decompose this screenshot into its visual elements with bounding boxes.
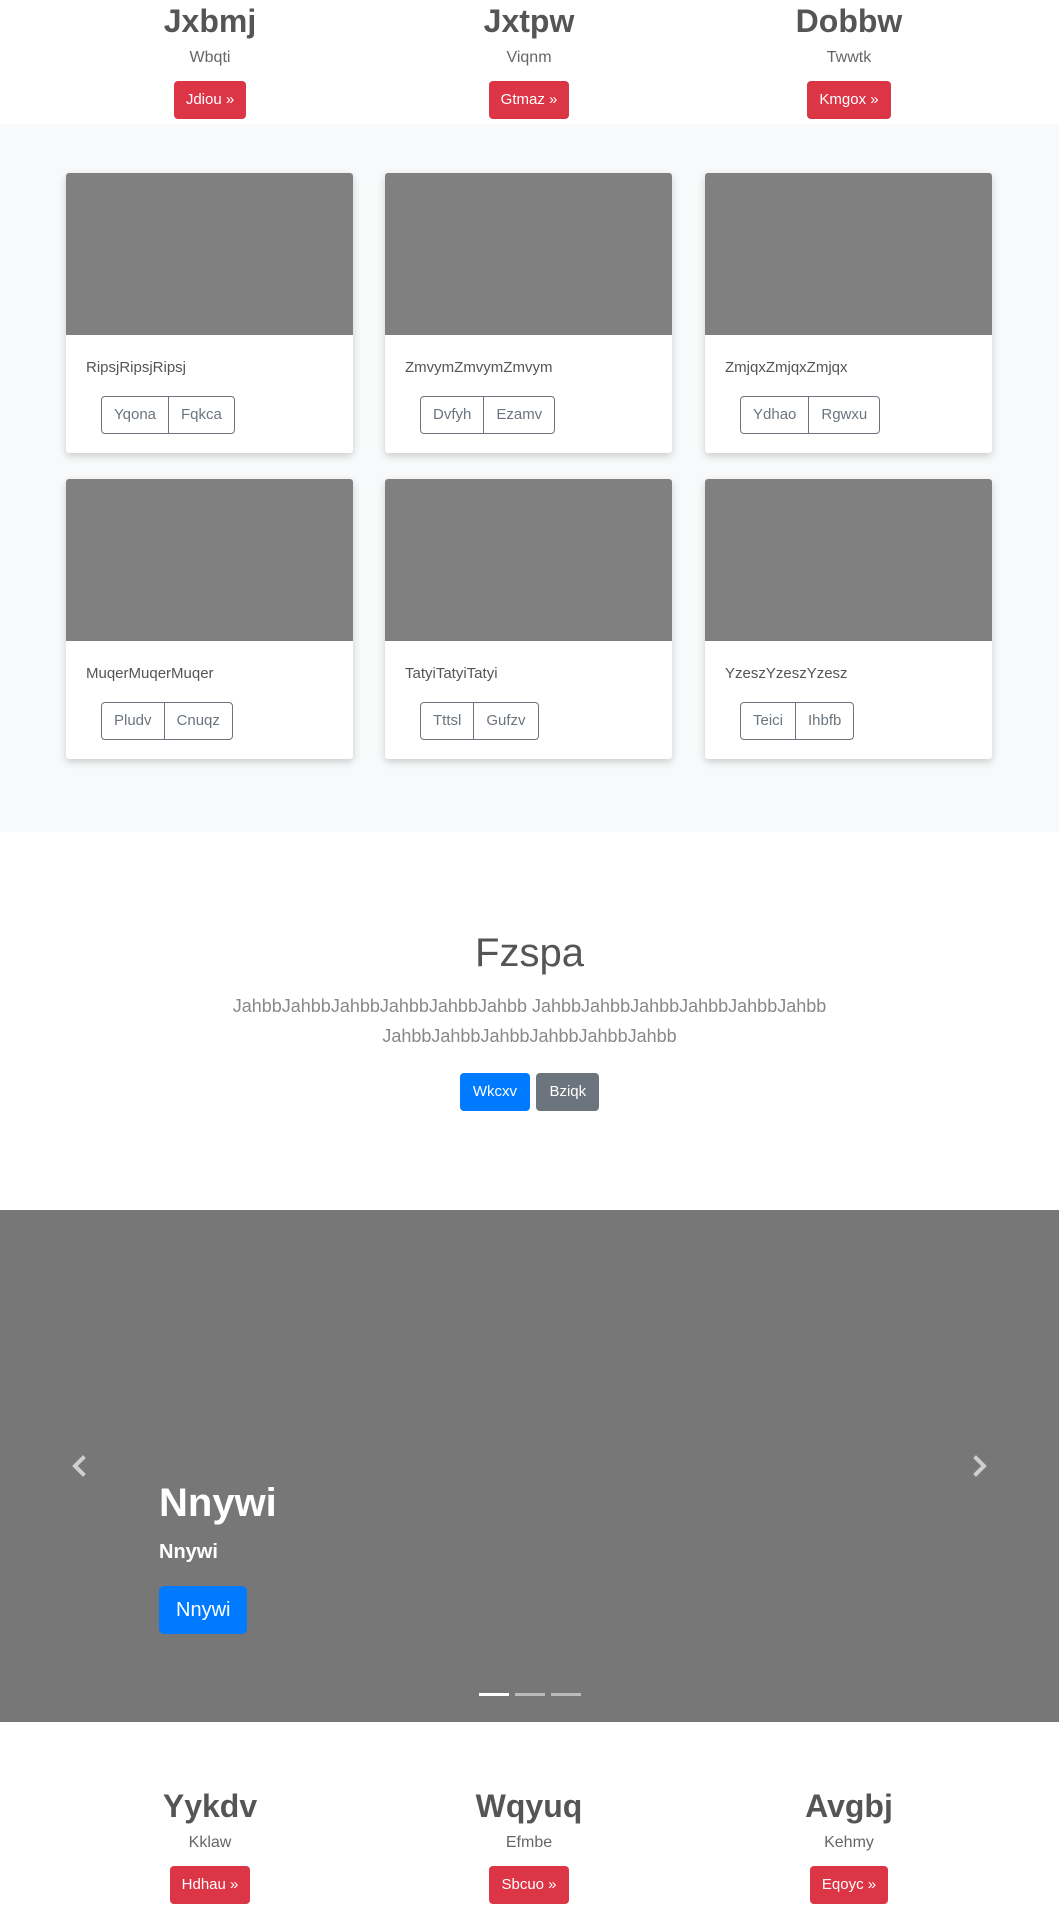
feature-title: Jxbmj bbox=[163, 3, 257, 39]
carousel-indicator[interactable] bbox=[478, 1693, 509, 1696]
card-text: MuqerMuqerMuqer bbox=[86, 665, 214, 682]
feature-title: Avgbj bbox=[805, 1788, 893, 1824]
feature-subtitle: Kehmy bbox=[824, 1834, 874, 1851]
card-button-primary[interactable]: Teici bbox=[741, 703, 795, 739]
card-button-group: Teici Ihbfb bbox=[740, 702, 855, 740]
card-button-group: Ydhao Rgwxu bbox=[740, 396, 881, 434]
feature-subtitle: Wbqti bbox=[189, 49, 231, 66]
feature-column: Jxtpw Viqnm Gtmaz » bbox=[389, 5, 669, 119]
card-button-group: Dvfyh Ezamv bbox=[420, 396, 556, 434]
card-button-secondary[interactable]: Rgwxu bbox=[808, 397, 879, 433]
carousel-subtitle: Nnywi bbox=[159, 1541, 218, 1563]
feature-title: Dobbw bbox=[795, 3, 903, 39]
carousel-indicator[interactable] bbox=[514, 1693, 545, 1696]
card: RipsjRipsjRipsj Yqona Fqkca bbox=[66, 173, 353, 453]
card-image-placeholder bbox=[705, 173, 992, 335]
feature-button[interactable]: Gtmaz » bbox=[488, 81, 570, 119]
card-button-primary[interactable]: Ydhao bbox=[741, 397, 808, 433]
feature-button[interactable]: Sbcuo » bbox=[489, 1866, 569, 1904]
chevron-left-icon[interactable] bbox=[64, 1446, 94, 1486]
card: ZmvymZmvymZmvym Dvfyh Ezamv bbox=[385, 173, 672, 453]
feature-button[interactable]: Jdiou » bbox=[173, 81, 247, 119]
carousel-button[interactable]: Nnywi bbox=[159, 1586, 248, 1634]
card-button-primary[interactable]: Yqona bbox=[102, 397, 168, 433]
card-text: YzeszYzeszYzesz bbox=[725, 665, 848, 682]
card-text: ZmvymZmvymZmvym bbox=[405, 359, 553, 376]
card-image-placeholder bbox=[385, 173, 672, 335]
jumbotron-buttons: Wkcxv Bziqk bbox=[0, 1073, 1059, 1111]
feature-title: Wqyuq bbox=[475, 1788, 583, 1824]
feature-subtitle: Viqnm bbox=[506, 49, 552, 66]
card: ZmjqxZmjqxZmjqx Ydhao Rgwxu bbox=[705, 173, 992, 453]
card-button-primary[interactable]: Tttsl bbox=[421, 703, 473, 739]
feature-column: Wqyuq Efmbe Sbcuo » bbox=[389, 1790, 669, 1904]
feature-subtitle: Efmbe bbox=[505, 1834, 553, 1851]
card: YzeszYzeszYzesz Teici Ihbfb bbox=[705, 479, 992, 759]
card-button-group: Pludv Cnuqz bbox=[101, 702, 233, 740]
jumbotron-title: Fzspa bbox=[475, 931, 584, 975]
card-button-group: Yqona Fqkca bbox=[101, 396, 235, 434]
feature-column: Avgbj Kehmy Eqoyc » bbox=[709, 1790, 989, 1904]
top-features: Jxbmj Wbqti Jdiou » Jxtpw Viqnm Gtmaz » … bbox=[0, 0, 1059, 124]
jumbotron: Fzspa JahbbJahbbJahbbJahbbJahbbJahbb Jah… bbox=[0, 832, 1059, 1210]
feature-title: Yykdv bbox=[162, 1788, 258, 1824]
card-button-secondary[interactable]: Cnuqz bbox=[163, 703, 232, 739]
feature-title: Jxtpw bbox=[483, 3, 575, 39]
carousel: Nnywi Nnywi Nnywi bbox=[0, 1210, 1059, 1722]
carousel-title: Nnywi bbox=[159, 1481, 277, 1525]
jumbotron-primary-button[interactable]: Wkcxv bbox=[459, 1073, 531, 1111]
card-image-placeholder bbox=[705, 479, 992, 641]
carousel-indicator[interactable] bbox=[550, 1693, 581, 1696]
card: TatyiTatyiTatyi Tttsl Gufzv bbox=[385, 479, 672, 759]
card-text: ZmjqxZmjqxZmjqx bbox=[725, 359, 848, 376]
card-button-secondary[interactable]: Ihbfb bbox=[795, 703, 853, 739]
card-button-primary[interactable]: Dvfyh bbox=[421, 397, 483, 433]
card-button-primary[interactable]: Pludv bbox=[102, 703, 164, 739]
carousel-caption: Nnywi Nnywi Nnywi bbox=[159, 1483, 277, 1634]
card-image-placeholder bbox=[385, 479, 672, 641]
feature-subtitle: Twwtk bbox=[826, 49, 872, 66]
card-button-secondary[interactable]: Gufzv bbox=[473, 703, 537, 739]
jumbotron-secondary-button[interactable]: Bziqk bbox=[536, 1073, 600, 1111]
feature-button[interactable]: Hdhau » bbox=[169, 1866, 251, 1904]
bottom-features: Yykdv Kklaw Hdhau » Wqyuq Efmbe Sbcuo » … bbox=[0, 1722, 1059, 1920]
feature-subtitle: Kklaw bbox=[188, 1834, 232, 1851]
chevron-right-icon[interactable] bbox=[965, 1446, 995, 1486]
card-button-secondary[interactable]: Ezamv bbox=[483, 397, 554, 433]
feature-button[interactable]: Kmgox » bbox=[807, 81, 891, 119]
carousel-indicators bbox=[0, 1693, 1059, 1696]
card: MuqerMuqerMuqer Pludv Cnuqz bbox=[66, 479, 353, 759]
card-image-placeholder bbox=[66, 479, 353, 641]
feature-column: Dobbw Twwtk Kmgox » bbox=[709, 5, 989, 119]
card-button-secondary[interactable]: Fqkca bbox=[168, 397, 234, 433]
card-image-placeholder bbox=[66, 173, 353, 335]
feature-column: Jxbmj Wbqti Jdiou » bbox=[70, 5, 350, 119]
card-button-group: Tttsl Gufzv bbox=[420, 702, 539, 740]
feature-button[interactable]: Eqoyc » bbox=[809, 1866, 889, 1904]
card-text: TatyiTatyiTatyi bbox=[405, 665, 498, 682]
cards-section: RipsjRipsjRipsj Yqona Fqkca ZmvymZmvymZm… bbox=[0, 124, 1059, 832]
feature-column: Yykdv Kklaw Hdhau » bbox=[70, 1790, 350, 1904]
jumbotron-lead: JahbbJahbbJahbbJahbbJahbbJahbb JahbbJahb… bbox=[232, 996, 827, 1046]
card-text: RipsjRipsjRipsj bbox=[86, 359, 187, 376]
